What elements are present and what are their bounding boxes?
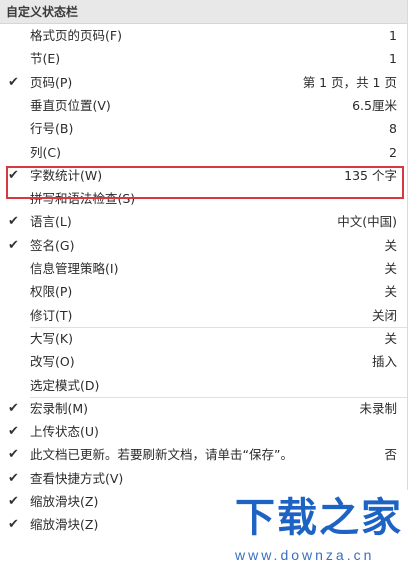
menu-item-value: 未录制 (359, 400, 397, 416)
checkmark-icon: ✔ (8, 167, 19, 183)
checkmark-icon: ✔ (8, 494, 19, 509)
menu-item-value: 1 (389, 51, 397, 67)
menu-item-value: 关 (384, 261, 397, 276)
menu-item-label: 缩放滑块(Z) (30, 494, 99, 509)
menu-item-value: 否 (384, 447, 397, 463)
checkmark-icon (8, 94, 22, 117)
menu-item-label: 权限(P) (30, 284, 73, 300)
checkmark-icon: ✔ (8, 237, 19, 253)
checkmark-icon: ✔ (8, 74, 19, 90)
menu-item-label: 此文档已更新。若要刷新文档，请单击“保存”。 (30, 447, 293, 463)
menu-item-value: 关 (384, 237, 397, 253)
menu-item[interactable]: ✔ 页码(P) 第 1 页，共 1 页 (0, 71, 407, 94)
menu-item[interactable]: 信息管理策略(I) 关 (0, 257, 407, 280)
menu-item-value: 8 (389, 121, 397, 137)
checkmark-icon (8, 117, 22, 140)
checkmark-icon (8, 350, 22, 373)
checkmark-icon: ✔ (8, 400, 19, 416)
checkmark-icon (8, 280, 22, 303)
menu-item-label: 选定模式(D) (30, 377, 100, 393)
menu-item[interactable]: 拼写和语法检查(S) (0, 187, 407, 210)
menu-item-value: 第 1 页，共 1 页 (302, 74, 397, 90)
menu-item[interactable]: ✔ 签名(G) 关 (0, 234, 407, 257)
menu-item-value: 插入 (371, 354, 397, 370)
checkmark-icon: ✔ (8, 517, 19, 533)
menu-item-label: 缩放滑块(Z) (30, 517, 99, 533)
menu-item[interactable]: 权限(P) 关 (0, 280, 407, 303)
menu-item-label: 宏录制(M) (30, 400, 89, 416)
menu-item[interactable]: ✔ 此文档已更新。若要刷新文档，请单击“保存”。 否 (0, 443, 407, 466)
checkmark-icon (8, 304, 22, 327)
menu-item-label: 语言(L) (30, 214, 72, 230)
menu-item[interactable]: 修订(T) 关闭 (0, 304, 407, 327)
watermark: 下载之家 www.downza.cn (209, 490, 417, 571)
menu-item-value: 关 (384, 284, 397, 300)
menu-item[interactable]: ✔ 查看快捷方式(V) (0, 467, 407, 490)
menu-item[interactable]: 行号(B) 8 (0, 117, 407, 140)
menu-item-label: 垂直页位置(V) (30, 97, 111, 113)
watermark-title: 下载之家 (235, 495, 403, 541)
menu-item-value: 2 (389, 144, 397, 160)
menu-item[interactable]: ✔ 字数统计(W) 135 个字 (0, 164, 407, 187)
checkmark-icon: ✔ (8, 214, 19, 230)
menu-item-label: 查看快捷方式(V) (30, 470, 124, 486)
menu-item-value: 关 (384, 330, 397, 346)
menu-item-value: 关闭 (371, 307, 397, 323)
menu-item-label: 节(E) (30, 51, 61, 67)
menu-item-label: 大写(K) (30, 330, 73, 346)
menu-header: 自定义状态栏 (0, 0, 407, 24)
menu-item-label: 改写(O) (30, 354, 75, 370)
menu-item-label: 签名(G) (30, 237, 75, 253)
menu-item[interactable]: 改写(O) 插入 (0, 350, 407, 373)
menu-item[interactable]: 垂直页位置(V) 6.5厘米 (0, 94, 407, 117)
menu-item[interactable]: 格式页的页码(F) 1 (0, 24, 407, 47)
menu-item[interactable]: 节(E) 1 (0, 47, 407, 70)
menu-item-value: 135 个字 (344, 167, 397, 183)
menu-item-label: 修订(T) (30, 307, 73, 323)
menu-item-label: 信息管理策略(I) (30, 261, 119, 276)
checkmark-icon (8, 374, 22, 397)
menu-item[interactable]: ✔ 宏录制(M) 未录制 (0, 397, 407, 420)
checkmark-icon (8, 47, 22, 70)
checkmark-icon: ✔ (8, 470, 19, 486)
menu-item-label: 页码(P) (30, 74, 73, 90)
menu-item[interactable]: ✔ 上传状态(U) (0, 420, 407, 443)
menu-item[interactable]: 大写(K) 关 (0, 327, 407, 350)
menu-item-label: 格式页的页码(F) (30, 28, 122, 43)
menu-item[interactable]: ✔ 语言(L) 中文(中国) (0, 210, 407, 233)
menu-item-label: 拼写和语法检查(S) (30, 191, 136, 207)
checkmark-icon: ✔ (8, 424, 19, 440)
menu-item[interactable]: 列(C) 2 (0, 141, 407, 164)
menu-item-label: 行号(B) (30, 121, 74, 137)
checkmark-icon: ✔ (8, 447, 19, 463)
watermark-url: www.downza.cn (235, 547, 375, 563)
menu-item-label: 字数统计(W) (30, 167, 103, 183)
checkmark-icon (8, 141, 22, 164)
menu-item-value: 6.5厘米 (352, 97, 397, 113)
menu-item[interactable]: 选定模式(D) (0, 374, 407, 397)
menu-item-label: 列(C) (30, 144, 61, 160)
menu-item-value: 1 (389, 28, 397, 43)
menu-item-value: 中文(中国) (337, 214, 397, 230)
checkmark-icon (8, 257, 22, 280)
checkmark-icon (8, 327, 22, 350)
checkmark-icon (8, 24, 22, 47)
menu-item-label: 上传状态(U) (30, 424, 99, 440)
status-bar-context-menu: 自定义状态栏 格式页的页码(F) 1 节(E) 1 ✔ 页码(P) 第 1 页，共 1 页垂… (0, 0, 408, 571)
checkmark-icon (8, 187, 22, 210)
